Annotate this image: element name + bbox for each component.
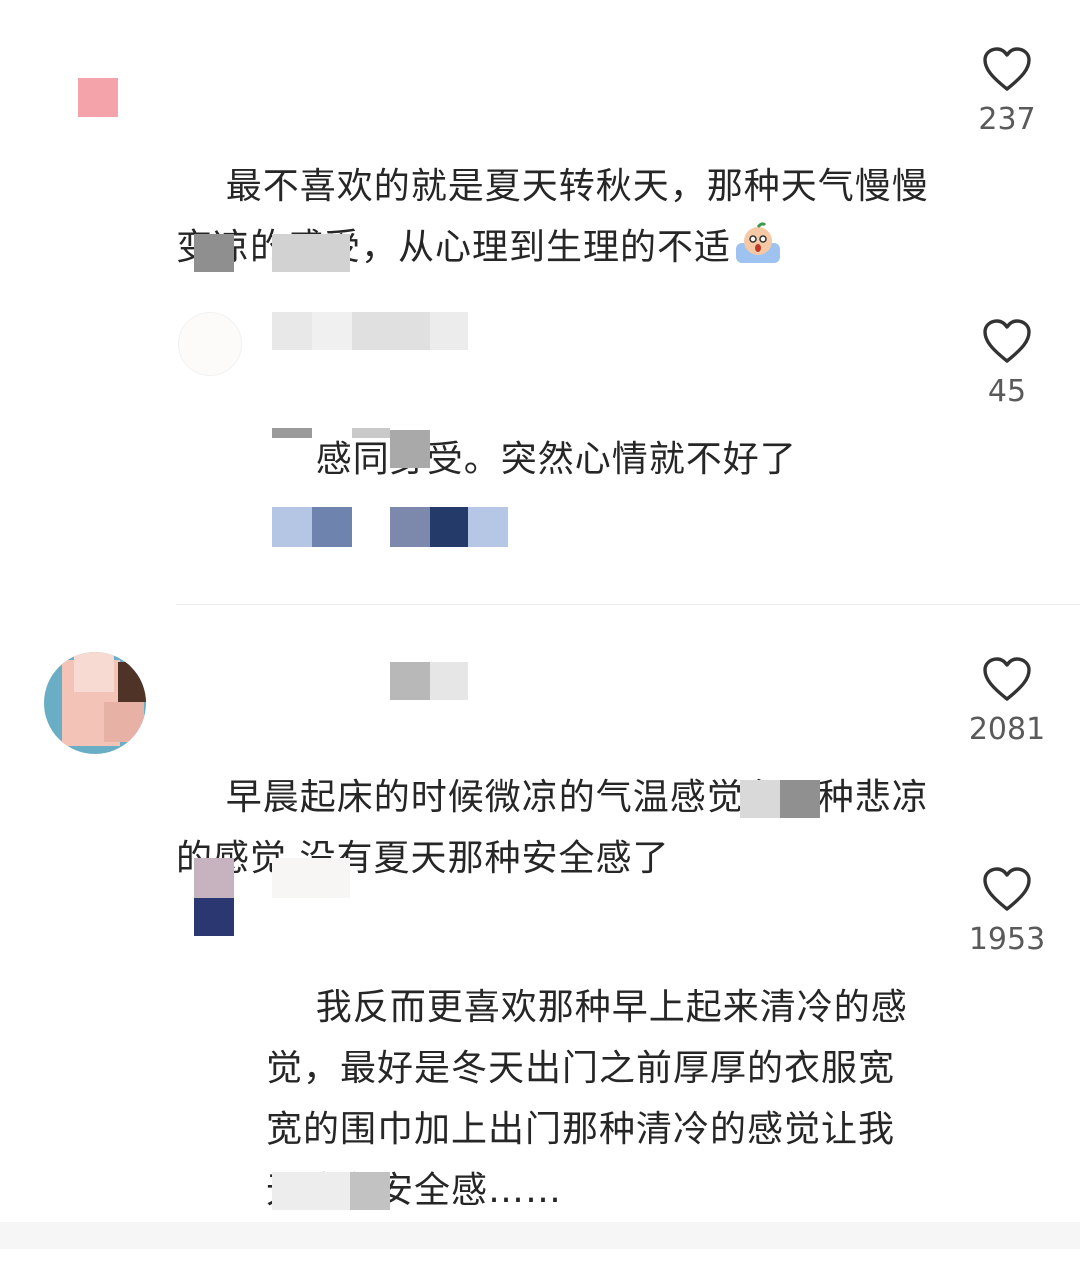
pixelated-image [390,507,430,547]
pixelated-username [390,662,430,700]
pixelated-meta [350,1172,390,1210]
like-count: 1953 [968,922,1046,957]
heart-outline-icon [983,867,1031,911]
pixelated-reply-button[interactable] [272,234,350,272]
pixelated-image [430,507,468,547]
divider [176,604,1080,605]
avatar[interactable] [44,652,146,754]
pixelated-image [312,507,352,547]
pixelated-avatar [118,662,146,702]
pixelated-sticker [740,780,780,818]
pixelated-meta [272,428,312,438]
pixelated-username [312,312,352,350]
reply-body: 感同身受。突然心情就不好了 [315,439,797,480]
pixelated-username [352,312,430,350]
comment-text: 最不喜欢的就是夏天转秋天，那种天气慢慢变凉的感受，从心理到生理的不适 [176,95,946,339]
heart-outline-icon [983,657,1031,701]
divider [0,1222,1080,1249]
heart-outline-icon [983,47,1031,91]
pixelated-image [468,507,508,547]
like-count: 237 [978,102,1036,137]
pixelated-avatar[interactable] [194,898,234,936]
like-count: 45 [987,374,1027,409]
pixelated-meta [390,430,430,468]
pixelated-avatar [74,652,114,692]
like-button[interactable]: 2081 [962,656,1052,747]
pixelated-meta [272,1172,350,1210]
pixelated-reply-button[interactable] [194,234,234,272]
pixelated-username [272,312,312,350]
comment-text: 早晨起床的时候微凉的气温感觉有一种悲凉的感觉 没有夏天那种安全感了 [176,706,946,950]
pixelated-avatar [104,702,144,742]
like-button[interactable]: 1953 [962,866,1052,957]
pixelated-image [272,507,312,547]
pixelated-avatar[interactable] [194,858,234,898]
like-button[interactable]: 45 [962,318,1052,409]
pixelated-username [430,312,468,350]
pixelated-avatar [78,78,118,117]
avatar[interactable] [44,40,144,140]
pixelated-username [272,858,350,898]
avatar[interactable] [178,312,242,376]
reply-text: 感同身受。突然心情就不好了 [266,368,926,551]
crying-face-emoji [733,221,783,265]
pixelated-meta [352,428,390,438]
heart-outline-icon [983,319,1031,363]
like-button[interactable]: 237 [962,46,1052,137]
pixelated-sticker [780,780,820,818]
like-count: 2081 [968,712,1046,747]
pixelated-username [430,662,468,700]
